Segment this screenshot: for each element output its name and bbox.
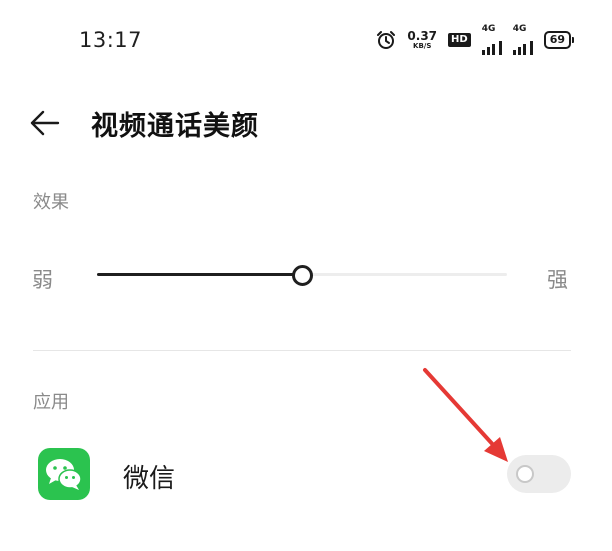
network-speed: 0.37 KB/S [407,30,437,50]
signal-strength-2: 4G [512,24,533,55]
network-speed-value: 0.37 [407,29,438,43]
slider-min-label: 弱 [32,268,53,292]
toggle-knob [516,465,534,483]
status-icons: 0.37 KB/S HD 4G 4G 69 [376,24,574,55]
slider-thumb[interactable] [292,265,313,286]
arrow-left-icon[interactable] [28,106,62,140]
battery-level: 69 [543,31,571,49]
battery-indicator: 69 [543,31,574,49]
signal-network-label: 4G [481,24,496,34]
page-title: 视频通话美颜 [91,111,259,142]
status-time: 13:17 [79,28,143,52]
signal-network-label: 4G [512,24,527,34]
wechat-toggle[interactable] [507,455,571,493]
slider-fill [97,273,302,276]
slider-max-label: 强 [547,268,568,292]
status-bar: 13:17 0.37 KB/S HD 4G 4G 69 [0,0,612,78]
beauty-level-slider[interactable] [97,265,507,286]
battery-tip [572,37,574,43]
app-name: 微信 [123,464,176,494]
alarm-clock-icon [377,31,396,49]
apps-section-label: 应用 [33,392,69,413]
hd-voice-badge: HD [448,33,471,47]
effect-section-label: 效果 [33,192,69,213]
app-row-wechat[interactable]: 微信 [0,440,612,510]
wechat-icon [38,448,90,500]
signal-strength-1: 4G [481,24,502,55]
divider [33,350,571,351]
network-speed-unit: KB/S [413,42,432,50]
